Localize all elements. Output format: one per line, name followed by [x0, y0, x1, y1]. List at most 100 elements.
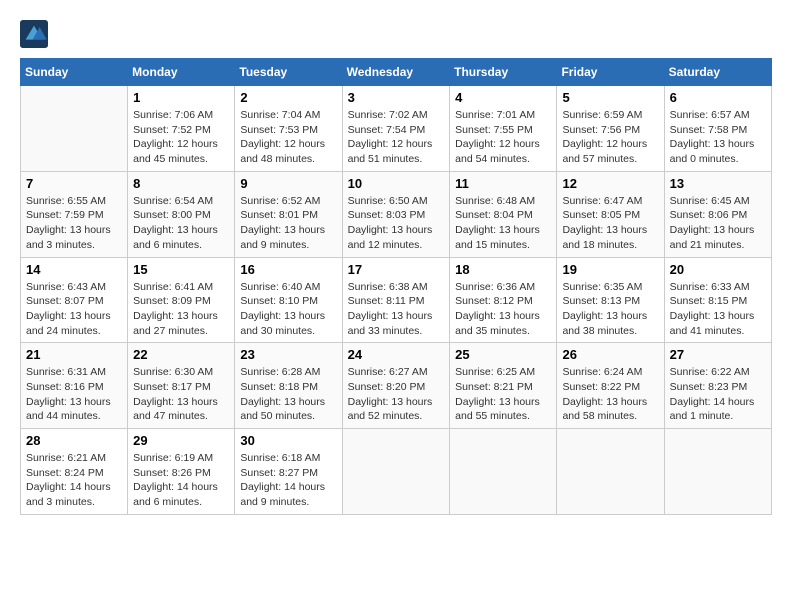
calendar-cell [342, 429, 450, 515]
header-day-sunday: Sunday [21, 59, 128, 86]
day-info: Sunrise: 7:02 AMSunset: 7:54 PMDaylight:… [348, 108, 445, 167]
calendar-cell: 12 Sunrise: 6:47 AMSunset: 8:05 PMDayligh… [557, 171, 664, 257]
calendar-cell: 6 Sunrise: 6:57 AMSunset: 7:58 PMDaylight… [664, 86, 771, 172]
day-info: Sunrise: 6:55 AMSunset: 7:59 PMDaylight:… [26, 194, 122, 253]
day-number: 16 [240, 262, 336, 277]
day-number: 12 [562, 176, 658, 191]
calendar-cell: 17 Sunrise: 6:38 AMSunset: 8:11 PMDayligh… [342, 257, 450, 343]
calendar-cell: 20Sunrise: 6:33 AMSunset: 8:15 PMDayligh… [664, 257, 771, 343]
logo [20, 20, 52, 48]
calendar-cell: 11 Sunrise: 6:48 AMSunset: 8:04 PMDayligh… [450, 171, 557, 257]
day-number: 27 [670, 347, 766, 362]
calendar-cell: 21 Sunrise: 6:31 AMSunset: 8:16 PMDayligh… [21, 343, 128, 429]
header-day-friday: Friday [557, 59, 664, 86]
calendar-cell: 8 Sunrise: 6:54 AMSunset: 8:00 PMDaylight… [128, 171, 235, 257]
calendar-cell: 4 Sunrise: 7:01 AMSunset: 7:55 PMDaylight… [450, 86, 557, 172]
week-row-2: 7 Sunrise: 6:55 AMSunset: 7:59 PMDaylight… [21, 171, 772, 257]
calendar-cell: 24 Sunrise: 6:27 AMSunset: 8:20 PMDayligh… [342, 343, 450, 429]
day-number: 22 [133, 347, 229, 362]
day-number: 24 [348, 347, 445, 362]
calendar-cell: 1 Sunrise: 7:06 AMSunset: 7:52 PMDaylight… [128, 86, 235, 172]
day-info: Sunrise: 7:06 AMSunset: 7:52 PMDaylight:… [133, 108, 229, 167]
header-day-tuesday: Tuesday [235, 59, 342, 86]
day-number: 14 [26, 262, 122, 277]
day-info: Sunrise: 6:22 AMSunset: 8:23 PMDaylight:… [670, 365, 766, 424]
day-number: 28 [26, 433, 122, 448]
calendar-cell: 30Sunrise: 6:18 AMSunset: 8:27 PMDayligh… [235, 429, 342, 515]
calendar-cell: 23 Sunrise: 6:28 AMSunset: 8:18 PMDayligh… [235, 343, 342, 429]
day-info: Sunrise: 6:59 AMSunset: 7:56 PMDaylight:… [562, 108, 658, 167]
calendar-cell: 10 Sunrise: 6:50 AMSunset: 8:03 PMDayligh… [342, 171, 450, 257]
day-number: 9 [240, 176, 336, 191]
day-number: 2 [240, 90, 336, 105]
day-number: 23 [240, 347, 336, 362]
logo-icon [20, 20, 48, 48]
day-number: 29 [133, 433, 229, 448]
day-number: 11 [455, 176, 551, 191]
header-row: SundayMondayTuesdayWednesdayThursdayFrid… [21, 59, 772, 86]
day-number: 3 [348, 90, 445, 105]
calendar-cell: 25 Sunrise: 6:25 AMSunset: 8:21 PMDayligh… [450, 343, 557, 429]
day-info: Sunrise: 6:28 AMSunset: 8:18 PMDaylight:… [240, 365, 336, 424]
day-number: 10 [348, 176, 445, 191]
day-info: Sunrise: 6:24 AMSunset: 8:22 PMDaylight:… [562, 365, 658, 424]
calendar-cell: 16 Sunrise: 6:40 AMSunset: 8:10 PMDayligh… [235, 257, 342, 343]
day-number: 18 [455, 262, 551, 277]
day-number: 8 [133, 176, 229, 191]
day-number: 7 [26, 176, 122, 191]
day-info: Sunrise: 6:47 AMSunset: 8:05 PMDaylight:… [562, 194, 658, 253]
day-info: Sunrise: 6:25 AMSunset: 8:21 PMDaylight:… [455, 365, 551, 424]
day-info: Sunrise: 6:41 AMSunset: 8:09 PMDaylight:… [133, 280, 229, 339]
day-info: Sunrise: 6:21 AMSunset: 8:24 PMDaylight:… [26, 451, 122, 510]
calendar-cell: 5 Sunrise: 6:59 AMSunset: 7:56 PMDaylight… [557, 86, 664, 172]
calendar-table: SundayMondayTuesdayWednesdayThursdayFrid… [20, 58, 772, 515]
day-info: Sunrise: 6:27 AMSunset: 8:20 PMDaylight:… [348, 365, 445, 424]
day-number: 25 [455, 347, 551, 362]
calendar-cell: 7 Sunrise: 6:55 AMSunset: 7:59 PMDaylight… [21, 171, 128, 257]
calendar-cell [664, 429, 771, 515]
day-info: Sunrise: 6:50 AMSunset: 8:03 PMDaylight:… [348, 194, 445, 253]
calendar-cell: 9Sunrise: 6:52 AMSunset: 8:01 PMDaylight… [235, 171, 342, 257]
calendar-cell [557, 429, 664, 515]
header-day-monday: Monday [128, 59, 235, 86]
day-info: Sunrise: 7:01 AMSunset: 7:55 PMDaylight:… [455, 108, 551, 167]
week-row-4: 21 Sunrise: 6:31 AMSunset: 8:16 PMDayligh… [21, 343, 772, 429]
day-info: Sunrise: 6:45 AMSunset: 8:06 PMDaylight:… [670, 194, 766, 253]
week-row-1: 1 Sunrise: 7:06 AMSunset: 7:52 PMDaylight… [21, 86, 772, 172]
day-number: 13 [670, 176, 766, 191]
calendar-cell [21, 86, 128, 172]
day-number: 5 [562, 90, 658, 105]
calendar-cell: 13 Sunrise: 6:45 AMSunset: 8:06 PMDayligh… [664, 171, 771, 257]
calendar-cell: 19Sunrise: 6:35 AMSunset: 8:13 PMDayligh… [557, 257, 664, 343]
day-number: 21 [26, 347, 122, 362]
week-row-3: 14 Sunrise: 6:43 AMSunset: 8:07 PMDayligh… [21, 257, 772, 343]
header-day-saturday: Saturday [664, 59, 771, 86]
calendar-cell: 27 Sunrise: 6:22 AMSunset: 8:23 PMDayligh… [664, 343, 771, 429]
day-number: 4 [455, 90, 551, 105]
day-info: Sunrise: 6:40 AMSunset: 8:10 PMDaylight:… [240, 280, 336, 339]
day-info: Sunrise: 6:48 AMSunset: 8:04 PMDaylight:… [455, 194, 551, 253]
day-info: Sunrise: 6:38 AMSunset: 8:11 PMDaylight:… [348, 280, 445, 339]
day-info: Sunrise: 6:30 AMSunset: 8:17 PMDaylight:… [133, 365, 229, 424]
calendar-cell: 3 Sunrise: 7:02 AMSunset: 7:54 PMDaylight… [342, 86, 450, 172]
day-number: 1 [133, 90, 229, 105]
day-info: Sunrise: 6:54 AMSunset: 8:00 PMDaylight:… [133, 194, 229, 253]
calendar-cell [450, 429, 557, 515]
header-day-wednesday: Wednesday [342, 59, 450, 86]
day-info: Sunrise: 6:18 AMSunset: 8:27 PMDaylight:… [240, 451, 336, 510]
calendar-cell: 22 Sunrise: 6:30 AMSunset: 8:17 PMDayligh… [128, 343, 235, 429]
calendar-cell: 18Sunrise: 6:36 AMSunset: 8:12 PMDayligh… [450, 257, 557, 343]
calendar-cell: 15Sunrise: 6:41 AMSunset: 8:09 PMDayligh… [128, 257, 235, 343]
calendar-cell: 29Sunrise: 6:19 AMSunset: 8:26 PMDayligh… [128, 429, 235, 515]
calendar-cell: 26 Sunrise: 6:24 AMSunset: 8:22 PMDayligh… [557, 343, 664, 429]
calendar-cell: 14 Sunrise: 6:43 AMSunset: 8:07 PMDayligh… [21, 257, 128, 343]
day-number: 6 [670, 90, 766, 105]
day-number: 26 [562, 347, 658, 362]
day-info: Sunrise: 6:31 AMSunset: 8:16 PMDaylight:… [26, 365, 122, 424]
header [20, 20, 772, 48]
day-info: Sunrise: 6:43 AMSunset: 8:07 PMDaylight:… [26, 280, 122, 339]
day-info: Sunrise: 6:57 AMSunset: 7:58 PMDaylight:… [670, 108, 766, 167]
day-info: Sunrise: 6:33 AMSunset: 8:15 PMDaylight:… [670, 280, 766, 339]
calendar-cell: 2Sunrise: 7:04 AMSunset: 7:53 PMDaylight… [235, 86, 342, 172]
day-number: 17 [348, 262, 445, 277]
